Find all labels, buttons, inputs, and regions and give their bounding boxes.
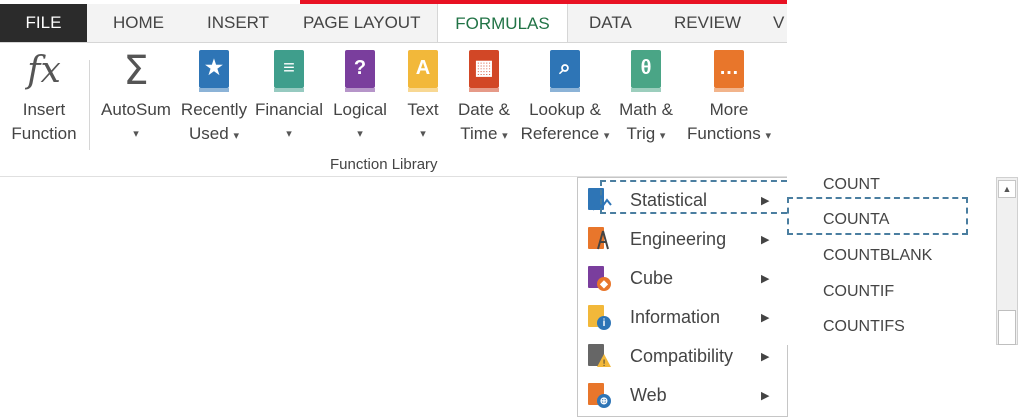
menu-label-cube: Cube — [630, 267, 674, 288]
logical-caret: ▾ — [357, 128, 363, 140]
lookup-reference-label-1: Lookup & — [529, 100, 601, 119]
menu-item-information[interactable]: i Information ▶ — [578, 298, 787, 336]
letter-a-glyph: A — [415, 57, 431, 79]
financial-book-icon: ≡ — [271, 50, 307, 92]
insert-function-label-1: Insert — [22, 100, 66, 119]
coins-glyph: ≡ — [283, 57, 295, 79]
fx-glyph: fx — [27, 50, 61, 91]
math-trig-button[interactable]: θ Math & Trig ▾ — [614, 50, 678, 148]
insert-function-button[interactable]: fx Insert Function — [6, 50, 82, 146]
menu-label-web: Web — [630, 384, 667, 405]
date-time-label-2: Time — [460, 124, 498, 143]
theta-book-icon: θ — [628, 50, 664, 92]
submenu-arrow-icon: ▶ — [761, 311, 770, 324]
text-caret: ▾ — [420, 128, 426, 140]
text-book-icon: A — [405, 50, 441, 92]
submenu-item-countif[interactable]: COUNTIF — [823, 283, 894, 301]
scroll-up-icon[interactable]: ▲ — [998, 180, 1016, 198]
information-icon: i — [586, 305, 612, 331]
lookup-reference-button[interactable]: ⌕ Lookup & Reference ▾ — [520, 50, 610, 148]
web-icon: ⊕ — [586, 383, 612, 409]
star-glyph: ★ — [205, 57, 223, 79]
lookup-reference-label-2: Reference — [520, 124, 600, 143]
recently-used-label-2: Used — [189, 124, 229, 143]
function-library-group-label: Function Library — [330, 156, 438, 173]
more-functions-label-2: Functions — [687, 124, 761, 143]
ribbon-separator — [89, 60, 90, 150]
recently-used-button[interactable]: ★ Recently Used ▾ — [180, 50, 248, 148]
magnifier-glyph: ⌕ — [559, 57, 571, 79]
scrollbar-thumb[interactable] — [998, 310, 1016, 345]
menu-label-compatibility: Compatibility — [630, 345, 734, 366]
date-time-button[interactable]: ▦ Date & Time ▾ — [452, 50, 516, 148]
more-functions-book-icon: … — [711, 50, 747, 92]
submenu-arrow-icon: ▶ — [761, 350, 770, 363]
text-button[interactable]: A Text ▾ — [400, 50, 446, 146]
calendar-glyph: ▦ — [474, 57, 494, 79]
recently-used-caret: ▾ — [233, 130, 239, 142]
statistical-highlight-outline — [600, 180, 787, 214]
tab-review[interactable]: REVIEW — [674, 4, 741, 42]
more-functions-label-1: More — [709, 100, 749, 119]
submenu-item-countblank[interactable]: COUNTBLANK — [823, 247, 932, 265]
question-glyph: ? — [353, 57, 367, 79]
engineering-icon — [586, 227, 612, 253]
financial-button[interactable]: ≡ Financial ▾ — [255, 50, 323, 146]
star-book-icon: ★ — [196, 50, 232, 92]
tab-file[interactable]: FILE — [0, 4, 87, 42]
autosum-label: AutoSum — [101, 100, 171, 119]
math-trig-caret: ▾ — [659, 130, 666, 142]
sigma-glyph: Σ — [123, 48, 149, 94]
submenu-item-count[interactable]: COUNT — [823, 176, 880, 194]
menu-label-information: Information — [630, 306, 721, 327]
cube-badge-icon: ◆ — [597, 277, 611, 291]
menu-item-compatibility[interactable]: ! Compatibility ▶ — [578, 337, 787, 375]
autosum-caret[interactable]: ▾ — [98, 122, 174, 146]
financial-caret: ▾ — [286, 128, 292, 140]
math-trig-label-2: Trig — [626, 124, 656, 143]
submenu-arrow-icon: ▶ — [761, 389, 770, 402]
tab-page-layout[interactable]: PAGE LAYOUT — [303, 4, 420, 42]
fx-icon: fx — [26, 50, 62, 92]
calendar-book-icon: ▦ — [466, 50, 502, 92]
ellipsis-glyph: … — [719, 57, 739, 79]
theta-glyph: θ — [640, 57, 652, 79]
date-time-label-1: Date & — [458, 100, 510, 119]
menu-item-engineering[interactable]: Engineering ▶ — [578, 220, 787, 258]
more-functions-caret: ▾ — [765, 130, 771, 142]
math-trig-label-1: Math & — [619, 100, 673, 119]
menu-item-web[interactable]: ⊕ Web ▶ — [578, 376, 787, 414]
globe-badge-icon: ⊕ — [597, 394, 611, 408]
tab-formulas[interactable]: FORMULAS — [437, 4, 568, 44]
logical-book-icon: ? — [342, 50, 378, 92]
tab-data[interactable]: DATA — [589, 4, 632, 42]
lookup-book-icon: ⌕ — [547, 50, 583, 92]
svg-text:!: ! — [602, 359, 606, 367]
cube-icon: ◆ — [586, 266, 612, 292]
logical-button[interactable]: ? Logical ▾ — [330, 50, 390, 146]
submenu-arrow-icon: ▶ — [761, 233, 770, 246]
tab-home[interactable]: HOME — [113, 4, 164, 42]
financial-label: Financial — [255, 100, 324, 119]
menu-label-engineering: Engineering — [630, 228, 727, 249]
tab-view-partial[interactable]: V — [773, 4, 784, 42]
submenu-item-countifs[interactable]: COUNTIFS — [823, 318, 905, 336]
insert-function-label-2: Function — [11, 124, 77, 143]
date-time-caret: ▾ — [502, 130, 508, 142]
lookup-reference-caret: ▾ — [603, 130, 610, 142]
info-badge-icon: i — [597, 316, 611, 330]
submenu-arrow-icon: ▶ — [761, 272, 770, 285]
more-functions-button[interactable]: … More Functions ▾ — [682, 50, 776, 148]
sigma-icon: Σ — [118, 50, 154, 92]
logical-label: Logical — [333, 100, 387, 119]
counta-highlight-outline — [787, 197, 968, 235]
recently-used-label-1: Recently — [180, 100, 248, 119]
menu-item-cube[interactable]: ◆ Cube ▶ — [578, 259, 787, 297]
tab-insert[interactable]: INSERT — [207, 4, 269, 42]
text-label: Text — [407, 100, 439, 119]
compatibility-icon: ! — [586, 344, 612, 370]
autosum-button[interactable]: Σ AutoSum ▾ — [98, 50, 174, 146]
